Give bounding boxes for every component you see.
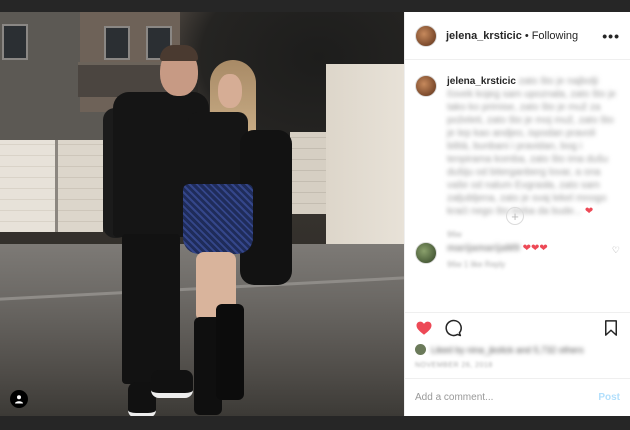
woman-face xyxy=(218,74,242,108)
post-sidebar: jelena_krsticic • Following ••• jelena_k… xyxy=(404,12,630,416)
header-separator: • xyxy=(524,29,529,42)
plus-circle-icon[interactable]: + xyxy=(506,207,524,225)
comment-username[interactable]: marijamarijaM9 xyxy=(447,243,520,254)
caption-time: 96w xyxy=(447,230,462,239)
post-button[interactable]: Post xyxy=(598,392,620,403)
post-header: jelena_krsticic • Following ••• xyxy=(405,12,630,60)
heart-emoji-icon: ❤ xyxy=(584,206,594,217)
comment-hearts: ❤❤❤ xyxy=(522,243,548,254)
post-photo[interactable] xyxy=(0,12,404,416)
caption-username[interactable]: jelena_krsticic xyxy=(447,76,516,87)
caption-body: jelena_krsticic zato što je najbolji čov… xyxy=(447,75,620,241)
heart-filled-icon[interactable] xyxy=(415,319,433,337)
more-horizontal-icon[interactable]: ••• xyxy=(602,28,620,44)
avatar[interactable] xyxy=(415,24,437,47)
tagged-users-icon[interactable] xyxy=(10,390,28,408)
photo-fence-middle xyxy=(55,140,103,232)
photo-fence-left xyxy=(0,140,55,232)
photo-window xyxy=(104,26,130,60)
avatar[interactable] xyxy=(415,242,437,264)
following-button[interactable]: Following xyxy=(532,30,578,42)
comment-input[interactable] xyxy=(415,392,599,403)
avatar xyxy=(415,344,426,355)
comment-item: marijamarijaM9 ❤❤❤ 96w 1 like Reply ♡ xyxy=(415,242,620,271)
comment-body: marijamarijaM9 ❤❤❤ 96w 1 like Reply xyxy=(447,242,548,271)
likes-summary[interactable]: Liked by nina_jkolick and 5,732 others xyxy=(415,344,620,355)
post-timestamp: NOVEMBER 26, 2018 xyxy=(415,362,493,369)
woman-top xyxy=(188,112,248,192)
comment-icon[interactable] xyxy=(444,319,462,337)
comments-section[interactable]: jelena_krsticic zato što je najbolji čov… xyxy=(405,61,630,311)
avatar[interactable] xyxy=(415,75,437,97)
comment-like-icon[interactable]: ♡ xyxy=(612,245,620,256)
likes-text[interactable]: Liked by nina_jkolick and 5,732 others xyxy=(431,345,584,355)
header-username[interactable]: jelena_krsticic xyxy=(446,30,522,42)
woman-boot xyxy=(216,304,244,400)
man-hair xyxy=(160,45,198,61)
add-comment-bar: Post xyxy=(405,378,630,416)
man-legs xyxy=(122,234,180,384)
bookmark-icon[interactable] xyxy=(602,319,620,337)
action-bar xyxy=(405,312,630,342)
caption-text: zato što je najbolji čovek kojeg sam upo… xyxy=(447,76,616,217)
user-icon xyxy=(15,395,23,404)
instagram-post: jelena_krsticic • Following ••• jelena_k… xyxy=(0,12,630,416)
woman-skirt xyxy=(183,184,253,254)
comment-meta: 96w 1 like Reply xyxy=(447,260,506,269)
photo-window xyxy=(2,24,28,60)
man-shoe xyxy=(151,370,193,398)
